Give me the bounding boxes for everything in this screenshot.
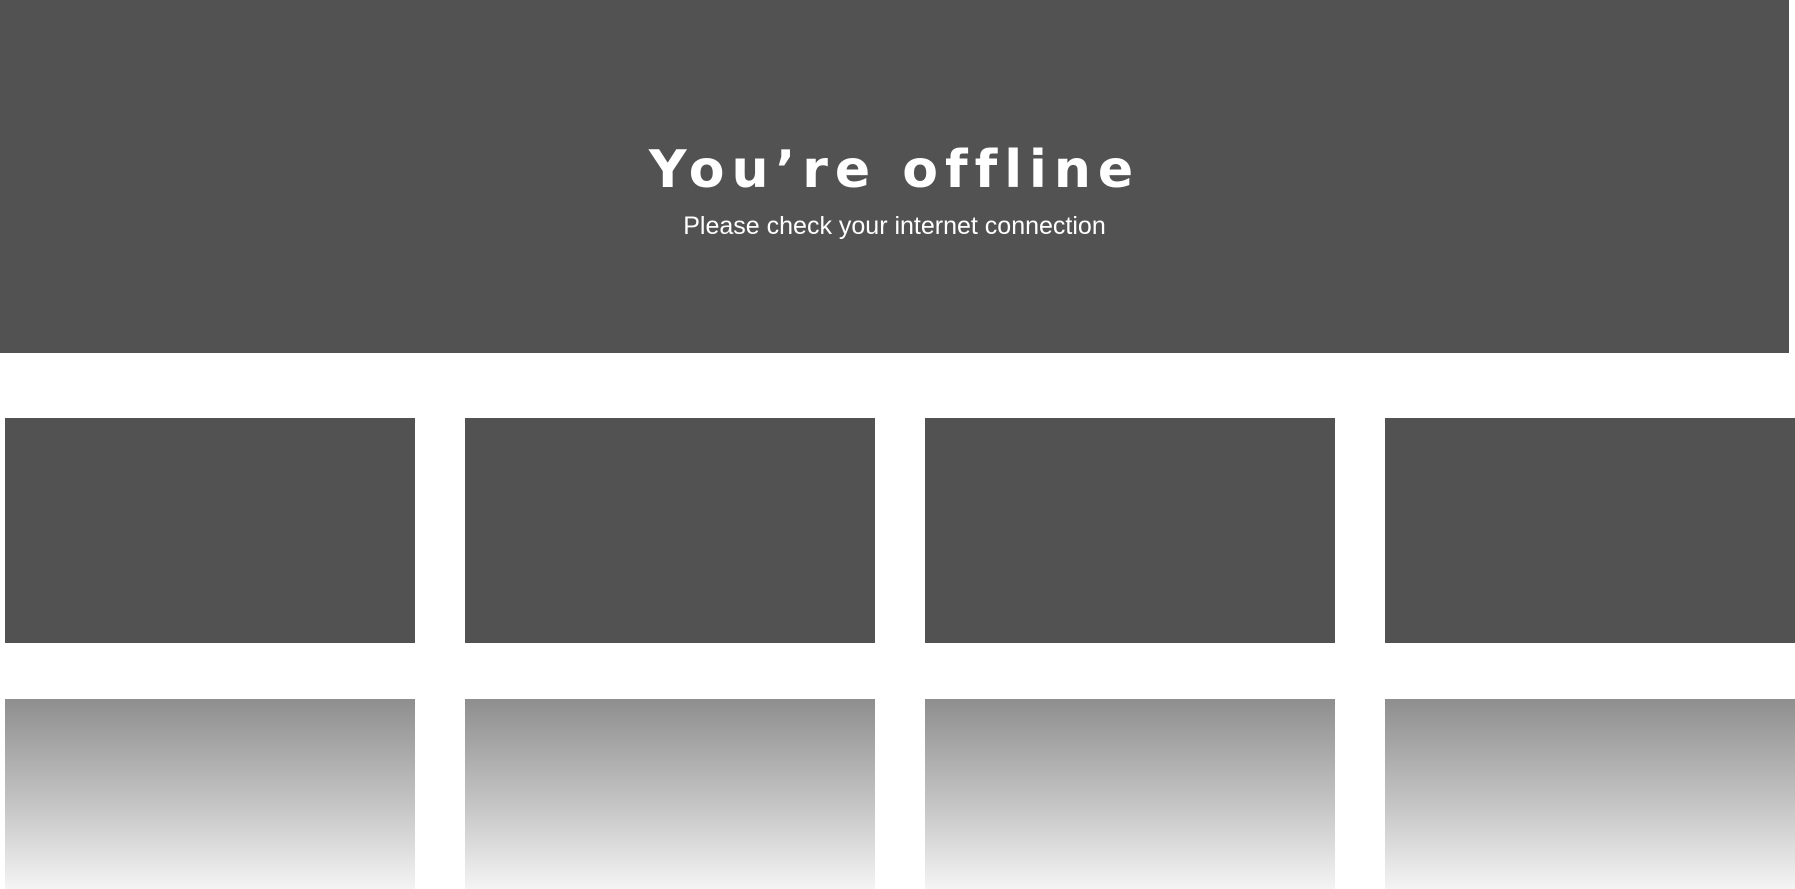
placeholder-tile xyxy=(1385,418,1795,643)
placeholder-tile-faded xyxy=(1385,699,1795,889)
placeholder-tile-faded xyxy=(465,699,875,889)
placeholder-tile xyxy=(465,418,875,643)
placeholder-tile-faded xyxy=(5,699,415,889)
offline-subtitle: Please check your internet connection xyxy=(683,212,1106,240)
offline-title: You’re offline xyxy=(648,140,1141,200)
placeholder-tile-faded xyxy=(925,699,1335,889)
offline-banner: You’re offline Please check your interne… xyxy=(0,0,1789,353)
offline-page: You’re offline Please check your interne… xyxy=(0,0,1795,889)
placeholder-tile xyxy=(5,418,415,643)
placeholder-tile xyxy=(925,418,1335,643)
